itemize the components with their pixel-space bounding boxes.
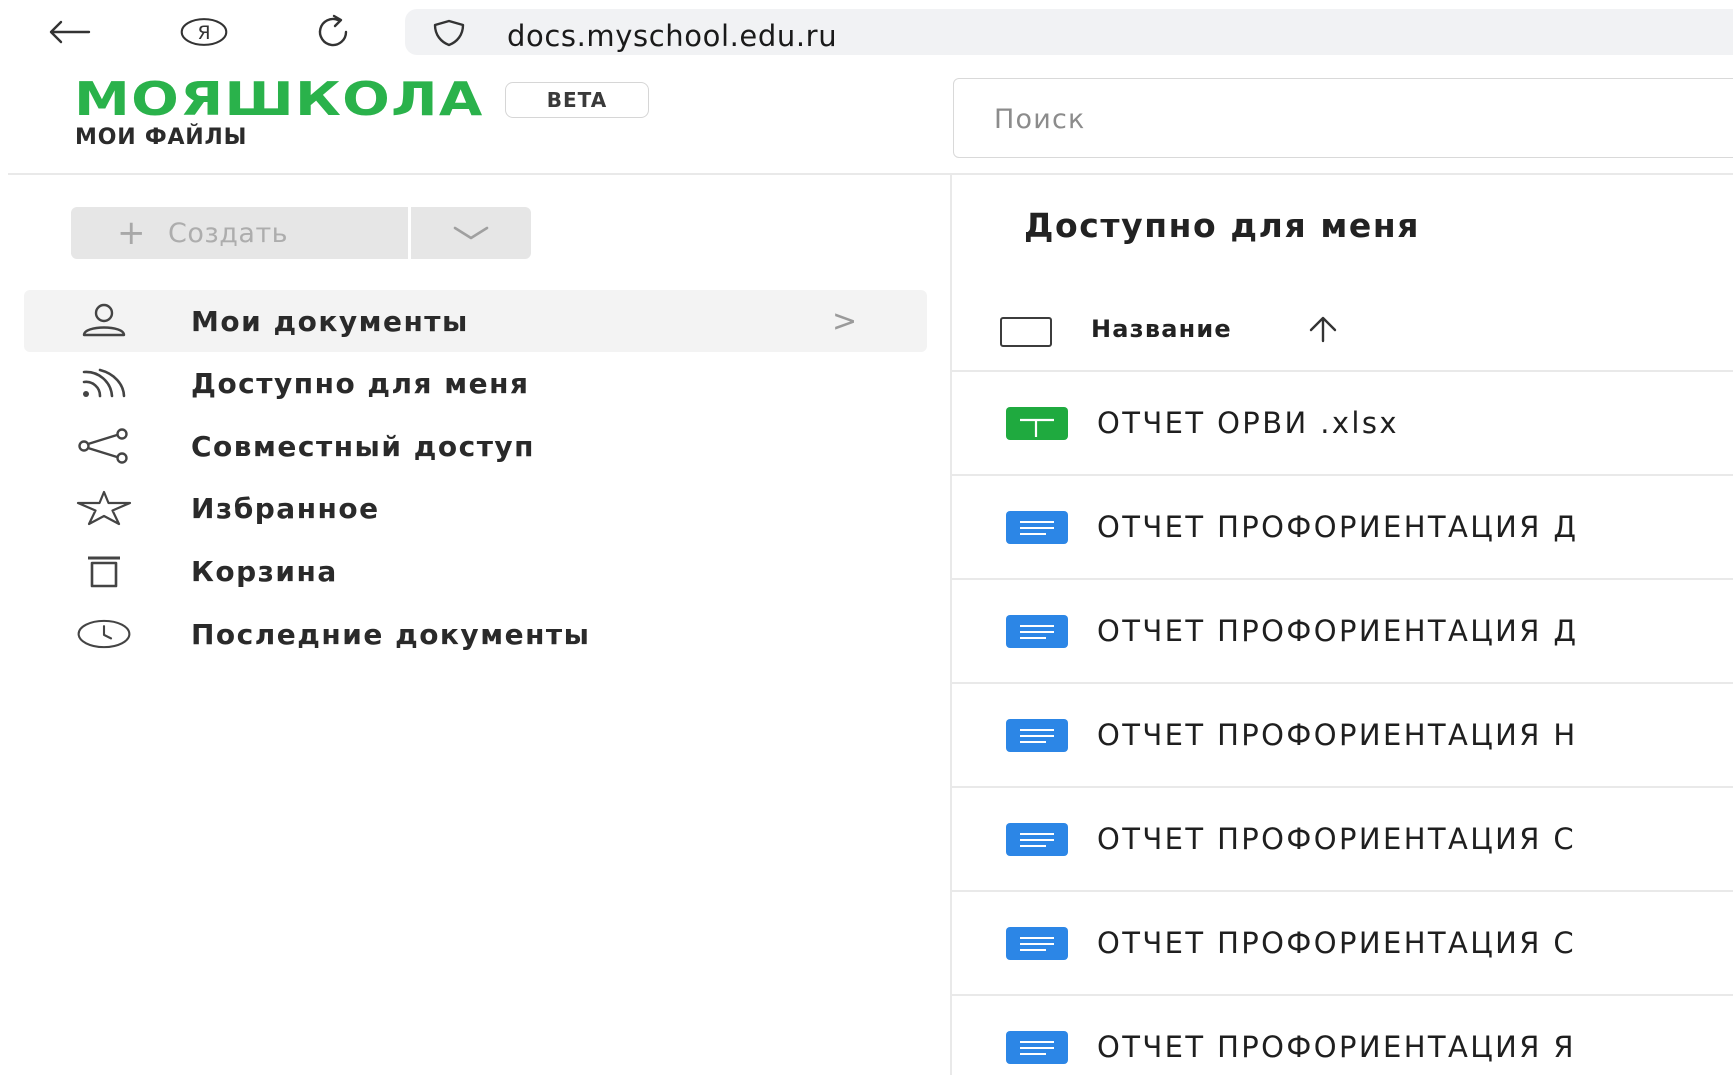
reload-icon xyxy=(318,14,348,47)
trash-icon xyxy=(76,551,132,591)
file-name[interactable]: ОТЧЕТ ПРОФОРИЕНТАЦИЯ С xyxy=(1097,926,1576,960)
yandex-button[interactable]: Я xyxy=(180,8,228,56)
yandex-glyph: Я xyxy=(197,23,210,44)
sidebar-item-favorites[interactable]: Избранное xyxy=(24,477,927,539)
table-row[interactable]: ОТЧЕТ ПРОФОРИЕНТАЦИЯ Д xyxy=(952,476,1733,578)
reload-button[interactable] xyxy=(310,8,358,56)
star-icon xyxy=(76,488,132,528)
sort-ascending-icon[interactable] xyxy=(1305,315,1341,343)
search-box[interactable] xyxy=(953,78,1733,158)
document-icon xyxy=(1006,719,1068,752)
sidebar-item-label: Корзина xyxy=(191,554,338,588)
create-dropdown-button[interactable] xyxy=(411,207,531,259)
table-row[interactable]: ОТЧЕТ ОРВИ .xlsx xyxy=(952,372,1733,474)
chevron-down-icon xyxy=(453,226,489,240)
file-name[interactable]: ОТЧЕТ ПРОФОРИЕНТАЦИЯ Д xyxy=(1097,510,1579,544)
chevron-right-icon: > xyxy=(832,303,858,339)
create-label: Создать xyxy=(168,217,289,249)
select-all-checkbox[interactable] xyxy=(1000,317,1052,347)
table-row[interactable]: ОТЧЕТ ПРОФОРИЕНТАЦИЯ Н xyxy=(952,684,1733,786)
search-input[interactable] xyxy=(994,99,1694,139)
document-icon xyxy=(1006,823,1068,856)
beta-badge: BETA xyxy=(505,82,649,118)
table-header: Название xyxy=(1000,305,1733,355)
table-row[interactable]: ОТЧЕТ ПРОФОРИЕНТАЦИЯ С xyxy=(952,788,1733,890)
back-button[interactable] xyxy=(45,8,93,56)
sidebar-item-trash[interactable]: Корзина xyxy=(24,540,927,602)
page-title: Доступно для меня xyxy=(1024,206,1421,245)
sidebar-item-label: Совместный доступ xyxy=(191,429,536,463)
sidebar-item-label: Последние документы xyxy=(191,617,591,651)
sidebar-item-label: Избранное xyxy=(191,491,380,525)
sidebar-item-label: Доступно для меня xyxy=(191,366,530,400)
app-header: МОЯШКОЛА BETA МОИ ФАЙЛЫ xyxy=(0,62,1733,174)
document-icon xyxy=(1006,615,1068,648)
shield-icon xyxy=(433,19,465,47)
document-icon xyxy=(1006,927,1068,960)
sidebar-item-label: Мои документы xyxy=(191,304,469,338)
spreadsheet-icon xyxy=(1006,407,1068,440)
app-window: Я docs.myschool.edu.ru МОЯШКОЛА BETA МОИ… xyxy=(0,0,1733,1075)
section-subtitle: МОИ ФАЙЛЫ xyxy=(75,125,248,150)
back-arrow-icon xyxy=(49,20,91,44)
table-row[interactable]: ОТЧЕТ ПРОФОРИЕНТАЦИЯ Д xyxy=(952,580,1733,682)
create-button[interactable]: + Создать xyxy=(71,207,408,259)
header-divider xyxy=(8,173,1733,175)
sidebar-item-shared-with-me[interactable]: Доступно для меня xyxy=(24,352,927,414)
yandex-icon: Я xyxy=(180,18,228,46)
share-icon xyxy=(76,426,132,466)
plus-icon: + xyxy=(117,213,146,253)
table-row[interactable]: ОТЧЕТ ПРОФОРИЕНТАЦИЯ Я xyxy=(952,996,1733,1075)
document-icon xyxy=(1006,1031,1068,1064)
column-header-name[interactable]: Название xyxy=(1091,315,1232,343)
sidebar-item-my-documents[interactable]: Мои документы > xyxy=(24,290,927,352)
file-name[interactable]: ОТЧЕТ ПРОФОРИЕНТАЦИЯ Н xyxy=(1097,718,1578,752)
document-icon xyxy=(1006,511,1068,544)
clock-icon xyxy=(76,614,132,654)
create-button-group: + Создать xyxy=(71,207,531,259)
file-name[interactable]: ОТЧЕТ ОРВИ .xlsx xyxy=(1097,406,1399,440)
browser-toolbar: Я docs.myschool.edu.ru xyxy=(0,0,1733,62)
logo[interactable]: МОЯШКОЛА xyxy=(74,76,483,122)
feed-icon xyxy=(76,363,132,403)
file-name[interactable]: ОТЧЕТ ПРОФОРИЕНТАЦИЯ Я xyxy=(1097,1030,1576,1064)
address-bar[interactable]: docs.myschool.edu.ru xyxy=(405,9,1733,55)
sidebar-item-recent[interactable]: Последние документы xyxy=(24,603,927,665)
file-name[interactable]: ОТЧЕТ ПРОФОРИЕНТАЦИЯ С xyxy=(1097,822,1576,856)
user-icon xyxy=(76,301,132,341)
url-text: docs.myschool.edu.ru xyxy=(507,19,838,53)
sidebar-item-sharing[interactable]: Совместный доступ xyxy=(24,415,927,477)
file-name[interactable]: ОТЧЕТ ПРОФОРИЕНТАЦИЯ Д xyxy=(1097,614,1579,648)
table-row[interactable]: ОТЧЕТ ПРОФОРИЕНТАЦИЯ С xyxy=(952,892,1733,994)
